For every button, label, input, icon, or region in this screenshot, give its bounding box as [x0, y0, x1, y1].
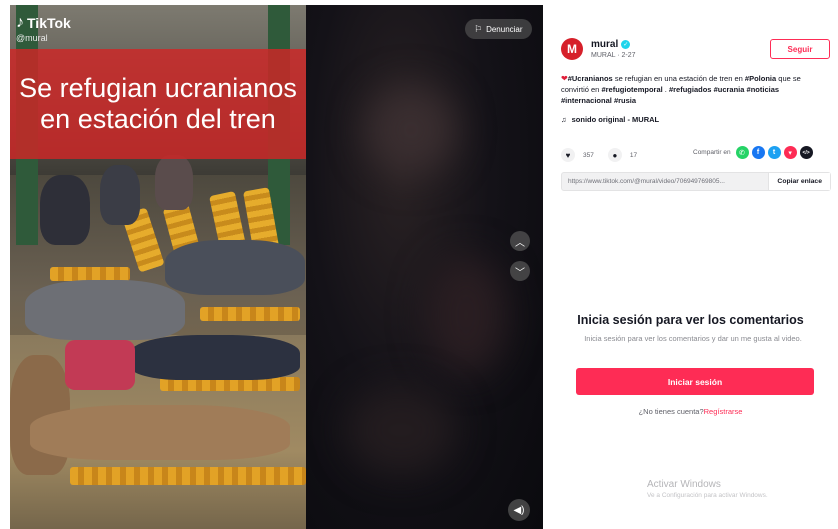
avatar[interactable]: M: [561, 38, 583, 60]
hashtag-link[interactable]: #internacional: [561, 96, 612, 105]
login-prompt-title: Inicia sesión para ver los comentarios: [577, 313, 804, 327]
signup-link[interactable]: Regístrarse: [704, 407, 743, 416]
comment-count: 17: [629, 151, 638, 159]
windows-activation-title: Activar Windows: [647, 479, 721, 490]
windows-activation-subtitle: Ve a Configuración para activar Windows.: [647, 492, 768, 499]
video-frame[interactable]: Se refugian ucranianos en estación del t…: [10, 5, 306, 529]
volume-button[interactable]: ◀): [508, 499, 530, 521]
volume-icon: ◀): [513, 504, 525, 516]
video-player[interactable]: Se refugian ucranianos en estación del t…: [10, 5, 543, 529]
link-box: https://www.tiktok.com/@mural/video/7069…: [561, 172, 831, 191]
author-subtitle: MURAL · 2-27: [591, 52, 636, 59]
hashtag-link[interactable]: #refugiotemporal: [601, 85, 662, 94]
video-url[interactable]: https://www.tiktok.com/@mural/video/7069…: [562, 178, 768, 185]
chevron-down-icon: ﹀: [515, 267, 525, 279]
login-prompt-subtitle: Inicia sesión para ver los comentarios y…: [584, 334, 802, 343]
pinterest-icon[interactable]: ▾: [783, 146, 797, 159]
embed-icon[interactable]: </>: [799, 146, 813, 159]
whatsapp-icon[interactable]: ✆: [735, 146, 749, 159]
next-video-button[interactable]: ﹀: [510, 261, 530, 281]
like-icon[interactable]: ♥: [561, 148, 575, 162]
cot: [70, 467, 306, 485]
person: [40, 175, 90, 245]
tiktok-brand: TikTok: [27, 15, 71, 31]
video-title-banner: Se refugian ucranianos en estación del t…: [10, 49, 306, 159]
video-handle: @mural: [16, 33, 48, 43]
chevron-up-icon: ︿: [515, 237, 525, 249]
report-button[interactable]: ⚐ Denunciar: [465, 19, 532, 39]
author-name[interactable]: mural: [591, 39, 618, 50]
description-text: se refugian en una estación de tren en: [612, 74, 745, 83]
windows-activation-watermark: Activar Windows Ve a Configuración para …: [647, 479, 768, 499]
cot: [50, 267, 130, 281]
person: [100, 165, 140, 225]
facebook-icon[interactable]: f: [751, 146, 765, 159]
sound-link[interactable]: ♫ sonido original - MURAL: [561, 115, 659, 124]
signup-row: ¿No tienes cuenta?Regístrarse: [543, 407, 838, 416]
hashtag-link[interactable]: #Polonia: [745, 74, 776, 83]
blurred-background: [306, 5, 543, 529]
signup-prompt: ¿No tienes cuenta?: [638, 407, 704, 416]
share-label: Compartir en: [693, 149, 731, 156]
copy-link-button[interactable]: Copiar enlace: [768, 173, 830, 190]
follow-button[interactable]: Seguir: [770, 39, 830, 59]
tiktok-logo: ♪ TikTok: [16, 14, 71, 32]
hashtag-link[interactable]: #rusia: [614, 96, 636, 105]
tiktok-note-icon: ♪: [16, 14, 24, 31]
hashtag-link[interactable]: #refugiados: [669, 85, 712, 94]
heart-emoji-icon: ❤: [561, 74, 568, 83]
verified-badge-icon: ✓: [621, 40, 631, 49]
twitter-icon[interactable]: t: [767, 146, 781, 159]
music-note-icon: ♫: [561, 115, 567, 124]
author-name-row[interactable]: mural ✓: [591, 39, 635, 50]
comment-icon[interactable]: ●: [607, 148, 622, 162]
cot: [200, 307, 300, 321]
person: [25, 280, 185, 340]
engagement-stats: ♥ 357 ● 17: [561, 148, 643, 162]
share-row: Compartir en ✆ f t ▾ </>: [693, 146, 813, 159]
hashtag-link[interactable]: #ucrania: [714, 85, 745, 94]
video-title-text: Se refugian ucranianos en estación del t…: [19, 73, 297, 134]
report-label: Denunciar: [486, 24, 523, 34]
previous-video-button[interactable]: ︿: [510, 231, 530, 251]
person: [30, 405, 290, 460]
person: [155, 155, 193, 210]
flag-icon: ⚐: [474, 23, 483, 34]
video-description: ❤#Ucranianos se refugian en una estación…: [561, 73, 826, 106]
info-panel: M mural ✓ MURAL · 2-27 Seguir ❤#Ucranian…: [543, 5, 838, 529]
sound-label[interactable]: sonido original - MURAL: [572, 115, 660, 124]
author-block[interactable]: M mural ✓ MURAL · 2-27: [561, 38, 635, 60]
login-button[interactable]: Iniciar sesión: [576, 368, 814, 395]
like-count: 357: [583, 151, 594, 159]
person: [165, 240, 305, 295]
hashtag-link[interactable]: #Ucranianos: [568, 74, 613, 83]
pink-bag: [65, 340, 135, 390]
person: [130, 335, 300, 380]
hashtag-link[interactable]: #noticias: [747, 85, 780, 94]
